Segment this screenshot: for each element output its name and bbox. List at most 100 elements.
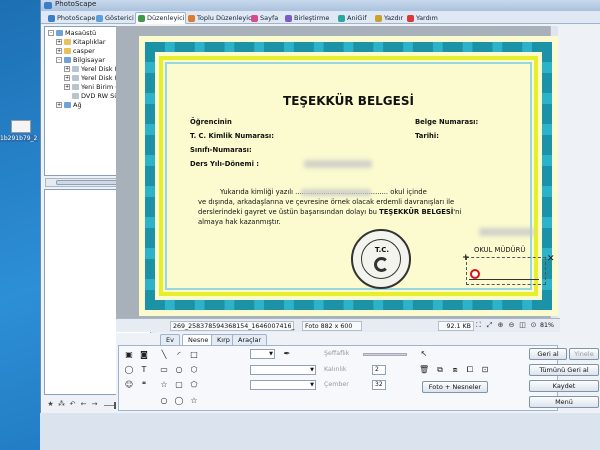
ellipse-tool-icon[interactable]: ◯ [174,396,184,406]
circle2-tool-icon[interactable]: ○ [159,396,169,406]
tab-birle-tirme[interactable]: Birleştirme [282,12,330,24]
circle-value[interactable]: 32 [372,380,386,390]
undo-arrow-icon[interactable]: ← [79,400,88,409]
redo-button[interactable]: Yinele [569,348,599,360]
principal-label: OKUL MÜDÜRÜ [474,246,526,254]
delete-object-icon[interactable]: ✕ [547,254,555,264]
star2-tool-icon[interactable]: ☆ [189,396,199,406]
tab-nesne[interactable]: Nesne [182,334,215,345]
foto-nesneler-button[interactable]: Foto + Nesneler [422,381,488,393]
star-icon[interactable]: ★ [46,400,55,409]
tree-node[interactable]: + Kitaplıklar [56,38,106,46]
tree-node[interactable]: + Ağ [56,101,82,109]
undo-all-button[interactable]: Tümünü Geri al [529,364,599,376]
lock-icon[interactable]: ⊡ [480,365,490,375]
fit-icon[interactable]: ⛶ [474,321,483,330]
tab-yazd-r[interactable]: Yazdır [372,12,404,24]
rect-tool-icon[interactable]: ▭ [159,365,169,375]
rotate-left-icon[interactable]: ↶ [68,400,77,409]
field-tc-kimlik: T. C. Kimlik Numarası: [190,132,274,140]
tab-label: AniGif [347,14,367,22]
tree-node-label: Ağ [73,101,82,109]
select-cursor-icon[interactable]: ↖ [419,349,429,359]
delete-icon[interactable]: 🗑 [419,365,429,375]
icon-object-icon[interactable]: ◙ [139,350,149,360]
rotate-handle-icon[interactable] [470,269,480,279]
pc-icon [56,30,63,36]
menu-button[interactable]: Menü [529,396,599,408]
square-tool-icon[interactable]: □ [189,350,199,360]
image-object-icon[interactable]: ▣ [124,350,134,360]
transparency-slider[interactable] [363,353,407,356]
photo-size: Foto 882 x 600 [302,321,362,331]
official-seal: T.C. [351,229,411,289]
tab-sayfa[interactable]: Sayfa [248,12,279,24]
quote-icon[interactable]: ❝ [139,380,149,390]
figure-icon[interactable]: ☺ [124,380,134,390]
bring-forward-icon[interactable]: ⧉ [435,365,445,375]
tree-node[interactable]: + casper [56,47,95,55]
tab-g-sterici[interactable]: Gösterici [93,12,135,24]
speech-balloon-icon[interactable]: ◯ [124,365,134,375]
text-tool-icon[interactable]: T [139,365,149,375]
tree-expander-icon[interactable]: + [56,39,62,45]
star-tool-icon[interactable]: ☆ [159,380,169,390]
save-button[interactable]: Kaydet [529,380,599,392]
body-line-3: derslerindeki gayret ve üstün başarısınd… [198,207,461,217]
tab-toplu-d-zenleyici[interactable]: Toplu Düzenleyici [185,12,254,24]
undo-button[interactable]: Geri al [529,348,567,360]
tab-icon [251,15,258,22]
folder-icon [64,39,71,45]
duplicate-icon[interactable]: ⧠ [465,365,475,375]
move-handle-icon[interactable]: + [462,253,470,263]
compare-icon[interactable]: ◫ [518,321,527,330]
tab-label: Düzenleyici [147,14,185,22]
tab-photoscape[interactable]: PhotoScape [45,12,96,24]
stars-icon[interactable]: ⁂ [57,400,66,409]
body-line-3a: derslerindeki gayret ve üstün başarısınd… [198,208,377,216]
field-belge-numarasi: Belge Numarası: [415,118,479,126]
pentagon-tool-icon[interactable]: ⬠ [189,380,199,390]
hexagon-tool-icon[interactable]: ⬡ [189,365,199,375]
redo-arrow-icon[interactable]: → [90,400,99,409]
zoom-out-icon[interactable]: ⊖ [507,321,516,330]
tab-ev[interactable]: Ev [160,334,180,345]
seal-text: T.C. [374,246,390,254]
tab-label: Toplu Düzenleyici [197,14,254,22]
tree-node[interactable]: - Bilgisayar [56,56,105,64]
tab-yard-m[interactable]: Yardım [404,12,439,24]
fill-style-dropdown[interactable]: ▼ [250,380,316,390]
certificate-image[interactable]: TEŞEKKÜR BELGESİ Öğrencinin T. C. Kimlik… [139,36,558,316]
redacted-name [301,189,371,196]
desktop-file-icon[interactable]: 1b291b79_25 [0,120,38,142]
line-style-dropdown[interactable]: ▼ [250,365,316,375]
color-dropdown[interactable]: ▼ [250,349,275,359]
curve-tool-icon[interactable]: ◜ [174,350,184,360]
zoom-icon[interactable]: ⊙ [529,321,538,330]
tab-d-zenleyici[interactable]: Düzenleyici [135,12,186,24]
tree-expander-icon[interactable]: + [56,102,62,108]
tree-expander-icon[interactable]: - [56,57,62,63]
kalinlik-label: Kalınlık [324,366,347,373]
tab-anigif[interactable]: AniGif [335,12,368,24]
tree-expander-icon[interactable]: + [56,48,62,54]
line-tool-icon[interactable]: ╲ [159,350,169,360]
tab-araclar[interactable]: Araçlar [232,334,268,345]
zoom-fit-icon[interactable]: ⤢ [485,321,494,330]
rounded-rect-tool-icon[interactable]: ▢ [174,380,184,390]
tree-expander-icon[interactable]: + [64,66,70,72]
tree-node[interactable]: - Masaüstü [48,29,96,37]
circle-tool-icon[interactable]: ○ [174,365,184,375]
send-backward-icon[interactable]: ⧈ [450,365,460,375]
window-title: PhotoScape [55,0,97,8]
title-bar[interactable]: PhotoScape [41,0,600,11]
tree-expander-icon[interactable]: - [48,30,54,36]
zoom-in-icon[interactable]: ⊕ [496,321,505,330]
eyedropper-icon[interactable]: ✒ [282,349,292,359]
thickness-value[interactable]: 2 [372,365,386,375]
zoom-level: 81% [540,322,554,329]
tree-node-label: Bilgisayar [73,56,105,64]
tree-expander-icon[interactable]: + [64,84,70,90]
tree-expander-icon[interactable]: + [64,75,70,81]
tab-icon [338,15,345,22]
